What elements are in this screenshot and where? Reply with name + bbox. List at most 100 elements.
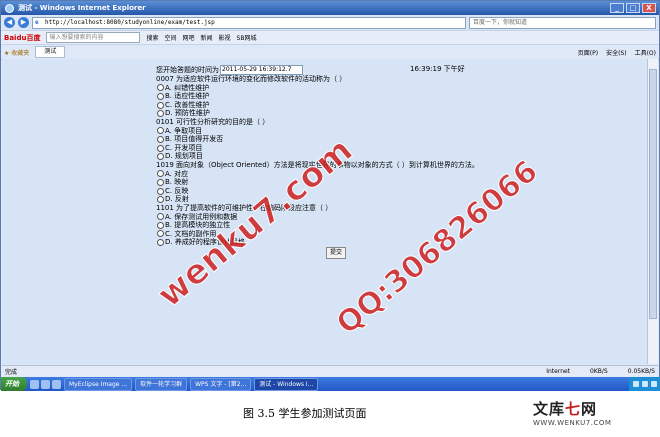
baidu-logo: Baidu百度 [4, 33, 41, 42]
vertical-scrollbar[interactable] [647, 59, 658, 364]
address-bar: ◀ ▶ http://localhost:8080/studyonline/ex… [1, 15, 659, 30]
brand-name-prefix: 文库 [533, 400, 566, 418]
quick-launch [30, 379, 61, 389]
option-4a[interactable]: A. 保存测试用例和数据 [156, 213, 596, 222]
option-1a[interactable]: A. 纠错性维护 [156, 84, 596, 93]
toolbar-item-bar[interactable]: 网吧 [182, 33, 194, 42]
radio-button[interactable] [157, 187, 164, 195]
option-2d[interactable]: D. 规划项目 [156, 152, 596, 161]
option-label: A. 争取项目 [165, 126, 203, 135]
option-label: D. 反射 [165, 195, 189, 204]
radio-button[interactable] [157, 196, 164, 204]
option-1d[interactable]: D. 预防性维护 [156, 109, 596, 118]
minimize-button[interactable]: _ [610, 3, 624, 13]
option-2b[interactable]: B. 项目值得开发否 [156, 135, 596, 144]
option-1b[interactable]: B. 适应性维护 [156, 92, 596, 101]
tray-icon[interactable] [651, 381, 657, 387]
close-button[interactable]: X [642, 3, 656, 13]
toolbar-item-shop[interactable]: SB网城 [237, 33, 257, 42]
task-wps[interactable]: WPS 文字 - [第2... [190, 377, 252, 391]
radio-button[interactable] [157, 170, 164, 178]
clock-display: 16:39:19 下午好 [410, 65, 465, 73]
toolbar-item-space[interactable]: 空间 [164, 33, 176, 42]
radio-button[interactable] [157, 221, 164, 229]
radio-button[interactable] [157, 101, 164, 109]
ie-logo-icon [5, 3, 14, 13]
toolbar-search-input[interactable]: 输入想要搜索的内容 [46, 32, 141, 43]
status-bar: 完成 Internet 0KB/S 0.05KB/S [2, 365, 658, 376]
submit-button[interactable]: 提交 [326, 247, 347, 259]
quick-launch-icon[interactable] [30, 379, 39, 389]
radio-button[interactable] [157, 110, 164, 118]
system-tray [629, 377, 660, 391]
start-time-field[interactable]: 2011-05-29 16:39:12.7 [220, 65, 303, 75]
radio-button[interactable] [157, 92, 164, 100]
window-controls: _ □ X [610, 3, 656, 13]
option-label: A. 纠错性维护 [165, 83, 210, 92]
title-bar: 测试 - Windows Internet Explorer _ □ X [1, 1, 659, 15]
toolbar-item-search[interactable]: 搜索 [146, 33, 158, 42]
option-3d[interactable]: D. 反射 [156, 195, 596, 204]
status-text: 完成 [5, 368, 18, 376]
tray-icon[interactable] [633, 381, 639, 387]
option-2a[interactable]: A. 争取项目 [156, 127, 596, 136]
option-1c[interactable]: C. 改善性维护 [156, 101, 596, 110]
taskbar: 开始 MyEclipse Image ... 软件一轮学习群 WPS 文字 - … [1, 377, 660, 391]
option-label: A. 对应 [165, 169, 189, 178]
option-label: D. 规划项目 [165, 152, 203, 161]
zone-label: Internet [546, 367, 571, 375]
quick-launch-icon[interactable] [52, 379, 61, 389]
window-title: 测试 - Windows Internet Explorer [18, 4, 146, 12]
toolbar-item-video[interactable]: 影视 [219, 33, 231, 42]
scrollbar-thumb[interactable] [649, 69, 657, 319]
question-4: 1101 为了提高软件的可维护性，在编码阶段应注意（ ） [156, 203, 333, 212]
url-field[interactable]: http://localhost:8080/studyonline/exam/t… [32, 16, 466, 29]
maximize-button[interactable]: □ [626, 3, 640, 13]
start-label: 开始 [5, 380, 19, 388]
brand-logo: 文库七网 WWW.WENKU7.COM [533, 398, 611, 427]
tools-menu[interactable]: 工具(O) [635, 48, 656, 57]
brand-name-suffix: 网 [581, 400, 598, 418]
option-2c[interactable]: C. 开发项目 [156, 144, 596, 153]
radio-button[interactable] [157, 144, 164, 152]
forward-icon[interactable]: ▶ [18, 17, 29, 28]
upload-speed: 0KB/S [590, 367, 608, 375]
question-2: 0101 可行性分析研究的目的是（ ） [156, 117, 270, 126]
radio-button[interactable] [157, 178, 164, 186]
radio-button[interactable] [157, 213, 164, 221]
tab-current[interactable]: 测试 [35, 46, 66, 58]
page-content: 您开始答题的时间为 2011-05-29 16:39:12.7 16:39:19… [2, 59, 647, 364]
download-speed: 0.05KB/S [627, 367, 655, 375]
search-toolbar: Baidu百度 输入想要搜索的内容 搜索 空间 网吧 新闻 影视 SB网城 [1, 30, 659, 44]
safety-menu[interactable]: 安全(S) [606, 48, 627, 57]
option-label: B. 项目值得开发否 [165, 135, 224, 144]
radio-button[interactable] [157, 84, 164, 92]
figure-caption: 图 3.5 学生参加测试页面 [243, 407, 367, 420]
radio-button[interactable] [157, 127, 164, 135]
toolbar-item-news[interactable]: 新闻 [201, 33, 213, 42]
option-label: B. 映射 [165, 178, 189, 187]
quiz-form: 您开始答题的时间为 2011-05-29 16:39:12.7 16:39:19… [156, 65, 596, 259]
browser-window: 测试 - Windows Internet Explorer _ □ X ◀ ▶… [0, 0, 660, 391]
radio-button[interactable] [157, 239, 164, 247]
start-button[interactable]: 开始 [1, 377, 27, 391]
brand-name-seven: 七 [565, 400, 582, 418]
option-label: D. 预防性维护 [165, 109, 210, 118]
task-ie[interactable]: 测试 - Windows I... [254, 377, 319, 391]
search-input[interactable]: 百度一下，你就知道 [469, 16, 656, 29]
question-1: 0007 为适应软件运行环境的变化而修改软件的活动称为（ ） [156, 75, 347, 83]
brand-name: 文库七网 [533, 398, 611, 419]
radio-button[interactable] [157, 153, 164, 161]
quick-launch-icon[interactable] [41, 379, 50, 389]
radio-button[interactable] [157, 135, 164, 143]
task-qq-group[interactable]: 软件一轮学习群 [135, 377, 188, 391]
page-menu[interactable]: 页面(P) [578, 48, 598, 57]
radio-button[interactable] [157, 230, 164, 238]
back-icon[interactable]: ◀ [4, 17, 15, 28]
favorites-label: 收藏夹 [11, 49, 30, 57]
brand-url: WWW.WENKU7.COM [533, 419, 612, 427]
task-myeclipse[interactable]: MyEclipse Image ... [64, 377, 133, 391]
favorites-button[interactable]: ★ 收藏夹 [4, 48, 29, 57]
tray-icon[interactable] [642, 381, 648, 387]
tabs-bar: ★ 收藏夹 测试 页面(P) 安全(S) 工具(O) [1, 44, 659, 60]
